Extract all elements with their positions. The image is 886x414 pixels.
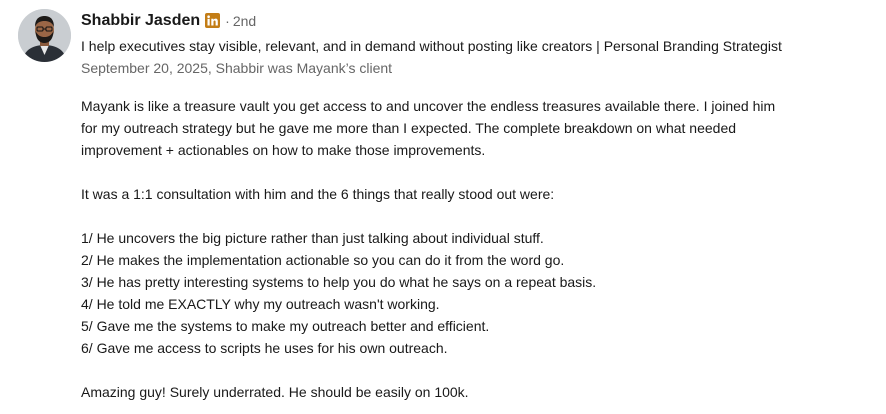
- author-name-row: Shabbir Jasden · 2nd: [81, 10, 881, 32]
- connection-degree: 2nd: [232, 13, 257, 29]
- recommendation-text: Mayank is like a treasure vault you get …: [81, 95, 871, 403]
- linkedin-icon: [205, 12, 221, 28]
- list-item: 6/ Gave me access to scripts he uses for…: [81, 340, 448, 356]
- author-header: Shabbir Jasden · 2nd I help executives s…: [81, 10, 881, 78]
- list-item: 1/ He uncovers the big picture rather th…: [81, 230, 544, 246]
- separator-dot: ·: [225, 13, 230, 29]
- list-item: 5/ Gave me the systems to make my outrea…: [81, 318, 490, 334]
- list-item: 3/ He has pretty interesting systems to …: [81, 274, 597, 290]
- recommendation-card: Shabbir Jasden · 2nd I help executives s…: [0, 0, 886, 414]
- paragraph-intro: Mayank is like a treasure vault you get …: [81, 98, 776, 158]
- author-name[interactable]: Shabbir Jasden: [81, 12, 200, 30]
- list-item: 2/ He makes the implementation actionabl…: [81, 252, 565, 268]
- avatar[interactable]: [18, 9, 71, 62]
- list-item: 4/ He told me EXACTLY why my outreach wa…: [81, 296, 440, 312]
- paragraph-closing: Amazing guy! Surely underrated. He shoul…: [81, 384, 469, 400]
- paragraph-context: It was a 1:1 consultation with him and t…: [81, 186, 555, 202]
- author-headline: I help executives stay visible, relevant…: [81, 38, 782, 54]
- relationship-meta: September 20, 2025, Shabbir was Mayank’s…: [81, 60, 393, 76]
